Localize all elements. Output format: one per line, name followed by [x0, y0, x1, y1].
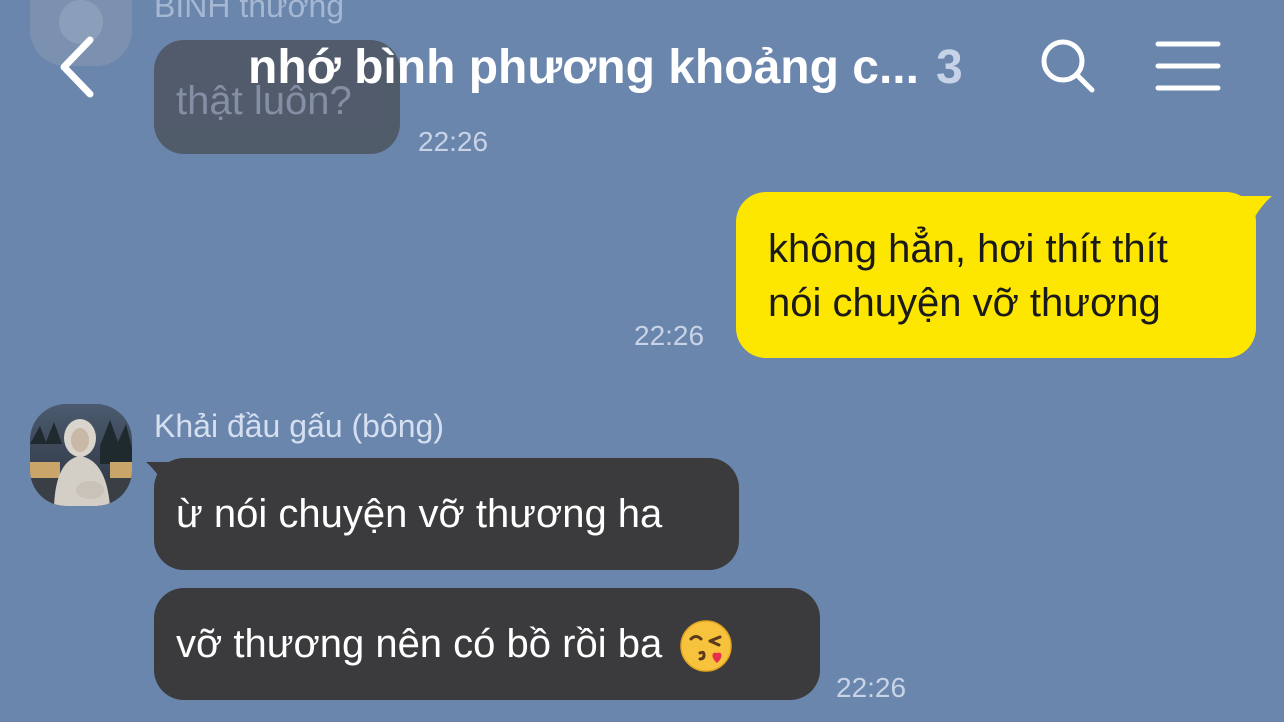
message-text: vỡ thương nên có bồ rồi ba: [176, 622, 663, 666]
message-bubble[interactable]: vỡ thương nên có bồ rồi ba: [154, 588, 820, 700]
avatar[interactable]: [30, 404, 132, 506]
chevron-left-icon: [60, 36, 94, 98]
message-bubble-outgoing[interactable]: không hẳn, hơi thít thít nói chuyện vỡ t…: [736, 192, 1256, 358]
search-icon: [1041, 39, 1095, 93]
message-text: ừ nói chuyện vỡ thương ha: [176, 492, 663, 536]
message-bubble[interactable]: ừ nói chuyện vỡ thương ha: [154, 458, 739, 570]
face-blowing-kiss-icon: [680, 620, 733, 673]
search-button[interactable]: [1036, 34, 1100, 98]
message-text-line: không hẳn, hơi thít thít: [768, 227, 1168, 271]
message-timestamp: 22:26: [836, 672, 907, 703]
menu-button[interactable]: [1152, 38, 1224, 94]
hamburger-menu-icon: [1155, 41, 1221, 91]
message-timestamp: 22:26: [634, 320, 705, 351]
bubble-tail-outgoing: [1234, 196, 1272, 230]
chat-title[interactable]: nhớ bình phương khoảng c...: [248, 40, 919, 95]
avatar-photo-icon: [30, 404, 132, 506]
member-count: 3: [936, 41, 963, 94]
sender-name: Khải đầu gấu (bông): [154, 408, 444, 444]
chat-header: nhớ bình phương khoảng c... 3: [0, 0, 1284, 140]
back-button[interactable]: [50, 32, 110, 102]
message-text-line: nói chuyện vỡ thương: [768, 281, 1161, 325]
